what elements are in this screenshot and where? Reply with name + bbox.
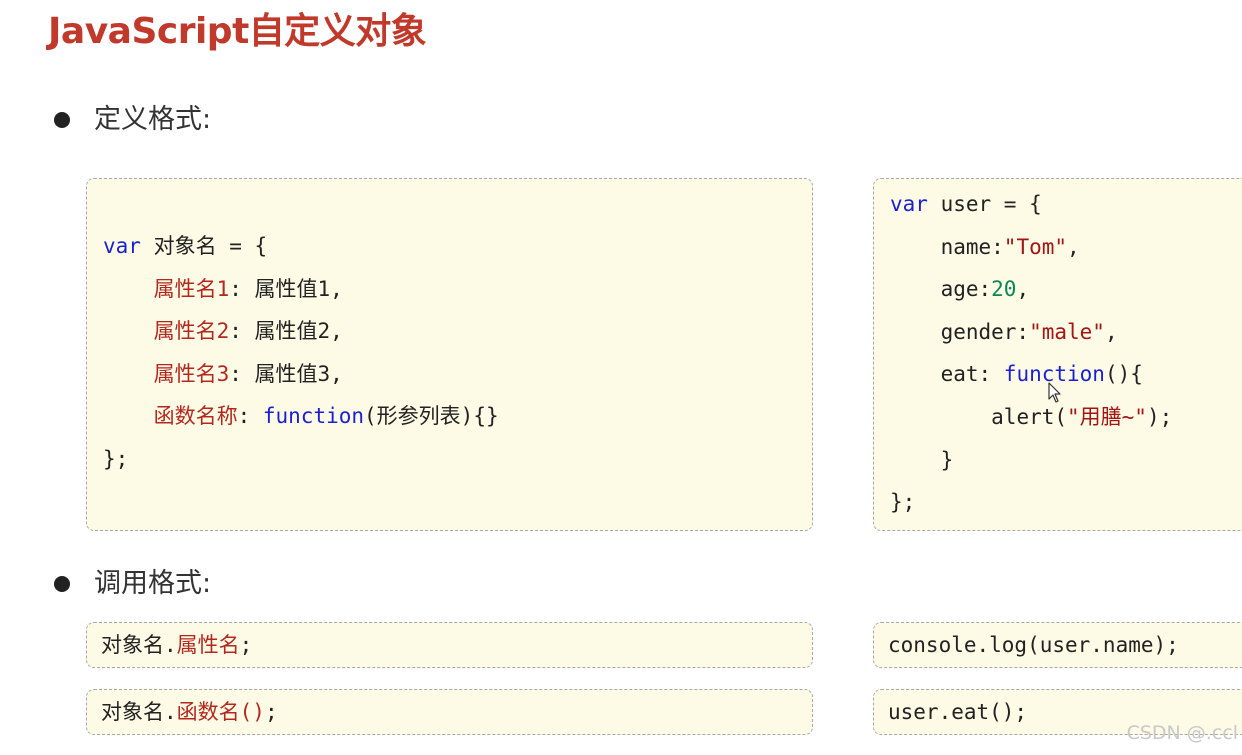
object-prefix: 对象名. [101, 700, 177, 724]
bullet-icon [54, 576, 70, 592]
template-line-prop-2: 属性名2: 属性值2, [103, 310, 812, 353]
object-prefix: 对象名. [101, 633, 177, 657]
example-line-name: name:"Tom", [890, 226, 1242, 269]
property-separator: : [229, 361, 255, 386]
definition-heading: 定义格式: [94, 104, 212, 135]
alert-close: ); [1146, 404, 1173, 429]
object-name-text: 对象名 = { [140, 234, 268, 258]
property-value: 属性值2, [254, 319, 343, 344]
invocation-method-template-box: 对象名.函数名(); [86, 689, 813, 735]
invocation-property-example-box: console.log(user.name); [873, 622, 1242, 668]
invocation-heading: 调用格式: [94, 568, 212, 599]
example-line-gender: gender:"male", [890, 311, 1242, 354]
definition-example-code-box: var user = { name:"Tom", age:20, gender:… [873, 178, 1242, 531]
name-key: name: [940, 234, 1004, 259]
name-comma: , [1067, 234, 1080, 259]
alert-open: alert( [991, 404, 1068, 429]
gender-key: gender: [940, 319, 1030, 344]
property-value: 属性值1, [254, 276, 343, 301]
template-line-close: }; [103, 438, 812, 481]
property-name: 属性名2 [153, 319, 230, 344]
example-line-declaration: var user = { [890, 183, 1242, 226]
template-line-function: 函数名称: function(形参列表){} [103, 395, 812, 438]
invocation-property-template-line: 对象名.属性名; [101, 623, 812, 667]
method-member: 函数名() [176, 700, 265, 724]
template-line-declaration: var 对象名 = { [103, 225, 812, 268]
alert-value: "用膳~" [1067, 404, 1147, 429]
example-line-close: }; [890, 481, 1242, 524]
watermark: CSDN @.ccl [1126, 722, 1238, 744]
property-name: 属性名3 [153, 361, 230, 386]
declaration-text: user = { [927, 192, 1042, 216]
property-name: 属性名1 [153, 276, 230, 301]
name-value: "Tom" [1003, 234, 1068, 259]
eat-rest: (){ [1104, 362, 1143, 387]
function-name: 函数名称 [153, 404, 238, 429]
gender-value: "male" [1029, 319, 1105, 344]
gender-comma: , [1104, 319, 1118, 344]
eat-key: eat: [940, 362, 1004, 387]
age-comma: , [1016, 277, 1030, 302]
invocation-property-template-box: 对象名.属性名; [86, 622, 813, 668]
property-value: 属性值3, [254, 361, 343, 386]
function-separator: : [237, 404, 263, 429]
definition-heading-row: 定义格式: [54, 100, 211, 140]
age-key: age: [940, 277, 992, 302]
example-line-age: age:20, [890, 268, 1242, 311]
closing-brace: }; [103, 446, 129, 471]
example-line-inner-close: } [890, 439, 1242, 482]
mouse-pointer-icon [1048, 382, 1061, 403]
var-keyword: var [890, 192, 928, 216]
example-line-alert: alert("用膳~"); [890, 396, 1242, 439]
property-separator: : [229, 276, 255, 301]
invocation-method-template-line: 对象名.函数名(); [101, 690, 812, 734]
function-params: (形参列表){} [364, 404, 499, 429]
closing-brace: }; [890, 490, 916, 515]
statement-end: ; [239, 633, 253, 657]
property-separator: : [229, 319, 255, 344]
definition-template-code-box: var 对象名 = { 属性名1: 属性值1, 属性名2: 属性值2, 属性名3… [86, 178, 813, 531]
property-member: 属性名 [176, 633, 240, 657]
template-line-prop-1: 属性名1: 属性值1, [103, 268, 812, 311]
template-line-prop-3: 属性名3: 属性值3, [103, 353, 812, 396]
example-line-eat: eat: function(){ [890, 353, 1242, 396]
statement-end: ; [264, 700, 278, 724]
invocation-heading-row: 调用格式: [54, 564, 211, 604]
inner-closing-brace: } [940, 447, 954, 472]
invocation-property-example-line: console.log(user.name); [888, 633, 1179, 657]
slide-title: JavaScript自定义对象 [48, 11, 427, 52]
function-keyword: function [262, 404, 365, 429]
var-keyword: var [103, 234, 141, 258]
bullet-icon [54, 112, 70, 128]
age-value: 20 [991, 277, 1017, 302]
